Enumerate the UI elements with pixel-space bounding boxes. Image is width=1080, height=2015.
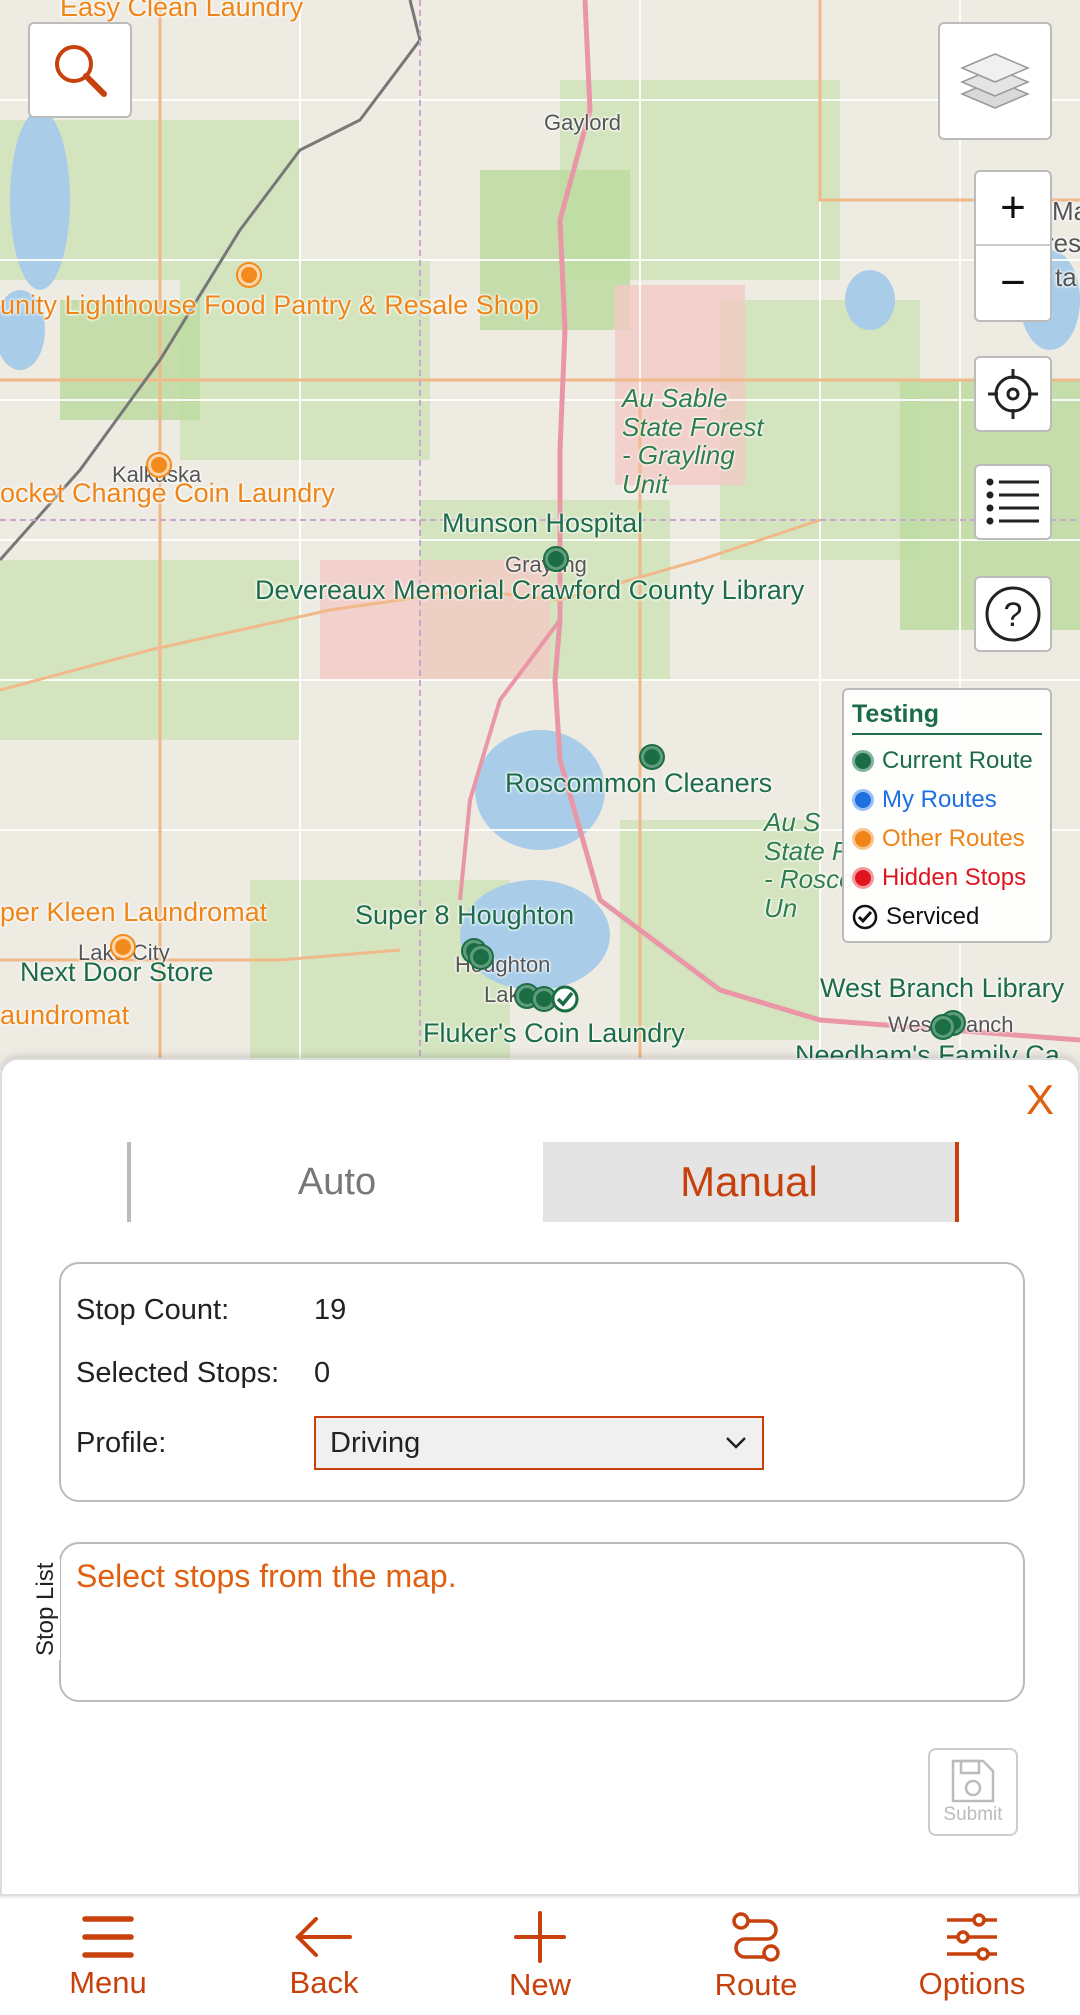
locate-button[interactable]: [974, 356, 1052, 432]
stop-marker[interactable]: [238, 264, 260, 286]
stop-marker[interactable]: [545, 548, 567, 570]
hamburger-icon: [82, 1915, 134, 1958]
place-label-roscommon-cleaners[interactable]: Roscommon Cleaners: [505, 768, 772, 799]
sliders-icon: [947, 1912, 997, 1961]
selected-stops-row: Selected Stops: 0: [76, 1338, 1008, 1408]
legend-dot-icon: [852, 866, 874, 889]
svg-text:?: ?: [1004, 596, 1023, 634]
place-label-laundromat[interactable]: aundromat: [0, 1000, 129, 1031]
chevron-down-icon: [726, 1437, 746, 1449]
place-label-next-door-store[interactable]: Next Door Store: [20, 957, 214, 988]
submit-button[interactable]: Submit: [928, 1748, 1018, 1836]
plus-icon: [514, 1910, 566, 1963]
legend-dot-icon: [852, 788, 874, 811]
place-fragment-1: Mac: [1052, 196, 1080, 226]
place-label-crawford-library[interactable]: Devereaux Memorial Crawford County Libra…: [255, 575, 804, 606]
nav-menu-button[interactable]: Menu: [0, 1898, 216, 2015]
submit-label: Submit: [943, 1804, 1003, 1825]
save-icon: [951, 1759, 995, 1803]
tab-manual[interactable]: Manual: [543, 1142, 959, 1222]
nav-new-button[interactable]: New: [432, 1898, 648, 2015]
place-fragment-4: ta: [1055, 262, 1077, 292]
selected-stops-label: Selected Stops:: [76, 1356, 280, 1389]
mode-tabs: Auto Manual: [127, 1142, 959, 1222]
legend-title: Testing: [852, 700, 1042, 735]
legend-item-current-route: Current Route: [852, 741, 1042, 780]
selected-stops-value: 0: [314, 1356, 331, 1389]
arrow-left-icon: [295, 1916, 352, 1957]
map-view[interactable]: Gaylord Kalkaska Grayling Houghton Lake …: [0, 0, 1080, 1070]
place-label-munson-hospital[interactable]: Munson Hospital: [442, 508, 643, 539]
legend-item-serviced: Serviced: [852, 897, 1042, 936]
profile-select[interactable]: Driving: [314, 1416, 764, 1470]
serviced-check-icon[interactable]: [550, 984, 580, 1014]
zoom-in-button[interactable]: +: [976, 172, 1050, 246]
profile-row: Profile: Driving: [76, 1408, 1008, 1478]
legend-item-hidden-stops: Hidden Stops: [852, 858, 1042, 897]
help-button[interactable]: ?: [974, 576, 1052, 652]
nav-route-button[interactable]: Route: [648, 1898, 864, 2015]
list-icon: [986, 478, 1039, 525]
stop-marker[interactable]: [470, 946, 492, 968]
route-info-box: Stop Count: 19 Selected Stops: 0 Profile…: [59, 1262, 1025, 1502]
stop-list-message: Select stops from the map.: [76, 1558, 457, 1594]
nav-new-label: New: [508, 1966, 571, 2002]
place-label-super-kleen[interactable]: per Kleen Laundromat: [0, 897, 267, 928]
legend-item-my-routes: My Routes: [852, 780, 1042, 819]
stop-marker[interactable]: [148, 454, 170, 476]
nav-menu-label: Menu: [69, 1964, 147, 2000]
stop-count-value: 19: [314, 1293, 347, 1326]
help-icon: ?: [985, 586, 1041, 642]
profile-label: Profile:: [76, 1426, 167, 1459]
stop-count-label: Stop Count:: [76, 1293, 230, 1326]
stop-marker[interactable]: [112, 936, 134, 958]
legend-dot-icon: [852, 749, 874, 772]
place-label-flukers-coin-laundry[interactable]: Fluker's Coin Laundry: [423, 1018, 685, 1049]
route-builder-panel: X Auto Manual Stop Count: 19 Selected St…: [0, 1058, 1080, 1896]
bottom-nav: Menu Back New Route Options: [0, 1896, 1080, 2015]
stop-list-label: Stop List: [32, 1558, 60, 1660]
search-icon: [55, 45, 107, 97]
zoom-out-button[interactable]: −: [976, 246, 1050, 320]
tab-auto[interactable]: Auto: [127, 1142, 543, 1222]
close-button[interactable]: X: [1026, 1076, 1054, 1124]
place-label-west-branch-library[interactable]: West Branch Library: [820, 973, 1064, 1004]
profile-selected-value: Driving: [330, 1426, 421, 1459]
layers-icon: [960, 53, 1030, 109]
place-label-food-pantry[interactable]: unity Lighthouse Food Pantry & Resale Sh…: [0, 290, 539, 321]
search-button[interactable]: [28, 22, 132, 118]
town-label-gaylord: Gaylord: [544, 110, 622, 135]
list-button[interactable]: [974, 464, 1052, 540]
forest-label-roscommon: Au S State F - Rosco Un: [764, 807, 854, 923]
stop-list-box[interactable]: Select stops from the map.: [59, 1542, 1025, 1702]
zoom-control: + −: [974, 170, 1052, 322]
crosshair-icon: [988, 369, 1038, 419]
nav-back-button[interactable]: Back: [216, 1898, 432, 2015]
place-label-pocket-change[interactable]: ocket Change Coin Laundry: [0, 478, 335, 509]
forest-label-au-sable: Au Sable State Forest - Grayling Unit: [622, 383, 764, 499]
place-label-super-8-houghton[interactable]: Super 8 Houghton: [355, 900, 574, 931]
nav-route-label: Route: [714, 1966, 798, 2002]
map-legend: Testing Current Route My Routes Other Ro…: [842, 688, 1052, 943]
nav-options-button[interactable]: Options: [864, 1898, 1080, 2015]
legend-item-other-routes: Other Routes: [852, 819, 1042, 858]
route-icon: [732, 1911, 780, 1962]
stop-marker[interactable]: [932, 1016, 954, 1038]
nav-options-label: Options: [918, 1965, 1026, 2001]
stop-count-row: Stop Count: 19: [76, 1282, 1008, 1338]
legend-dot-icon: [852, 827, 874, 850]
place-label-easy-clean-laundry[interactable]: Easy Clean Laundry: [60, 0, 303, 23]
check-circle-icon: [852, 904, 878, 929]
nav-back-label: Back: [289, 1964, 359, 2000]
layers-button[interactable]: [938, 22, 1052, 140]
stop-marker[interactable]: [641, 746, 663, 768]
